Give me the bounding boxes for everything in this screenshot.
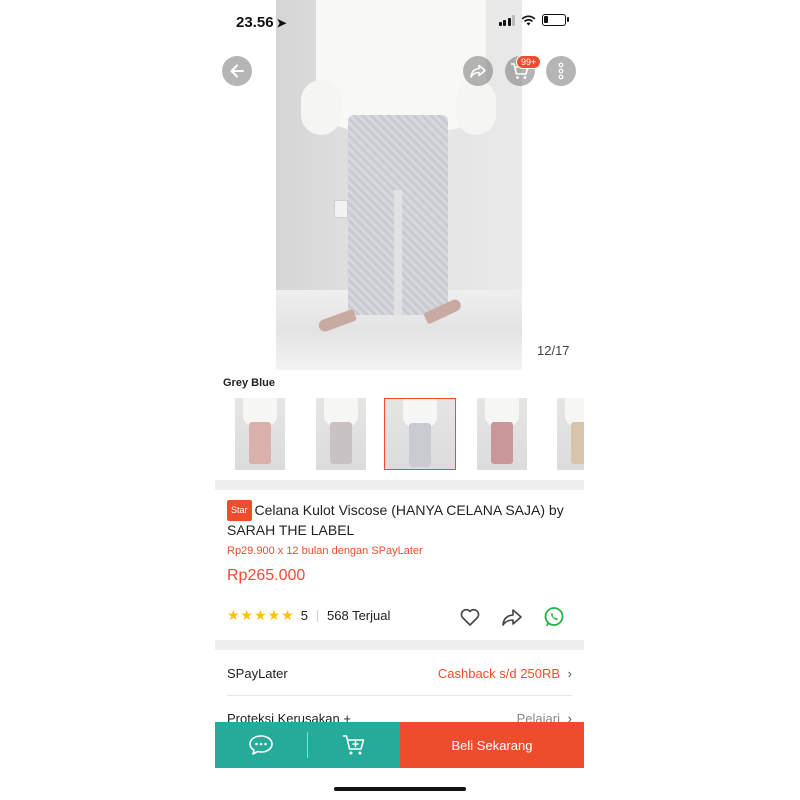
status-time: 23.56 ➤ bbox=[236, 14, 287, 31]
share-icon bbox=[470, 64, 486, 78]
variant-thumb-selected[interactable] bbox=[384, 398, 456, 470]
rating-row[interactable]: ★★★★★ 5 568 Terjual bbox=[227, 607, 390, 624]
more-vertical-icon bbox=[558, 62, 564, 80]
variant-thumbnails bbox=[215, 398, 584, 472]
more-options-button[interactable] bbox=[546, 56, 576, 86]
battery-icon bbox=[542, 14, 569, 26]
buy-now-button[interactable]: Beli Sekarang bbox=[400, 722, 584, 768]
home-indicator bbox=[334, 787, 466, 791]
photo-wall-outlet bbox=[334, 200, 348, 218]
thumb-pants bbox=[249, 422, 271, 464]
product-title-text: Celana Kulot Viscose (HANYA CELANA SAJA)… bbox=[227, 502, 564, 538]
variant-title: Grey Blue bbox=[223, 377, 275, 389]
cart-count-badge: 99+ bbox=[516, 55, 542, 69]
photo-pants-gap bbox=[394, 190, 402, 315]
back-button[interactable] bbox=[222, 56, 252, 86]
variant-thumb[interactable] bbox=[557, 398, 584, 470]
bottom-bar-divider bbox=[307, 732, 308, 758]
arrow-left-icon bbox=[230, 64, 244, 78]
add-to-cart-button[interactable] bbox=[307, 722, 400, 768]
section-divider bbox=[215, 640, 584, 650]
signal-icon bbox=[498, 14, 515, 26]
chevron-right-icon: › bbox=[567, 666, 572, 681]
share-button[interactable] bbox=[463, 56, 493, 86]
rating-value: 5 bbox=[300, 608, 308, 623]
wifi-icon bbox=[521, 15, 536, 25]
status-indicators bbox=[498, 14, 569, 26]
product-photo[interactable] bbox=[276, 0, 522, 370]
rating-divider bbox=[317, 609, 318, 622]
share-icon[interactable] bbox=[500, 605, 524, 629]
spaylater-row[interactable]: SPayLater Cashback s/d 250RB › bbox=[227, 666, 572, 681]
section-divider bbox=[215, 480, 584, 490]
chat-button[interactable] bbox=[215, 722, 307, 768]
status-time-text: 23.56 bbox=[236, 14, 274, 31]
spaylater-label: SPayLater bbox=[227, 666, 288, 681]
thumb-pants bbox=[491, 422, 513, 464]
photo-sleeve-left bbox=[301, 80, 341, 135]
chat-icon bbox=[249, 735, 273, 755]
product-title: Star Celana Kulot Viscose (HANYA CELANA S… bbox=[227, 500, 577, 540]
bottom-action-bar: Beli Sekarang bbox=[215, 722, 584, 768]
star-seller-badge: Star bbox=[227, 500, 252, 521]
installment-text: Rp29.900 x 12 bulan dengan SPayLater bbox=[227, 545, 423, 557]
variant-thumb[interactable] bbox=[477, 398, 527, 470]
cart-plus-icon bbox=[342, 735, 364, 755]
heart-icon[interactable] bbox=[458, 605, 482, 629]
sold-count: 568 Terjual bbox=[327, 608, 391, 623]
location-icon: ➤ bbox=[276, 16, 287, 30]
spaylater-cashback: Cashback s/d 250RB bbox=[437, 666, 560, 681]
row-divider bbox=[227, 695, 572, 696]
thumb-pants bbox=[571, 422, 584, 464]
product-price: Rp265.000 bbox=[227, 567, 306, 584]
product-gallery[interactable]: 23.56 ➤ 99+ 12/17 bbox=[215, 0, 584, 370]
rating-stars-icon: ★★★★★ bbox=[227, 607, 295, 623]
thumb-pants bbox=[330, 422, 352, 464]
variant-thumb[interactable] bbox=[235, 398, 285, 470]
product-page: 23.56 ➤ 99+ 12/17 Grey Blue Star Celana … bbox=[215, 0, 584, 800]
whatsapp-icon[interactable] bbox=[542, 605, 566, 629]
variant-thumb[interactable] bbox=[316, 398, 366, 470]
thumb-pants bbox=[409, 423, 431, 467]
photo-sleeve-right bbox=[456, 80, 496, 135]
image-counter: 12/17 bbox=[531, 341, 576, 360]
